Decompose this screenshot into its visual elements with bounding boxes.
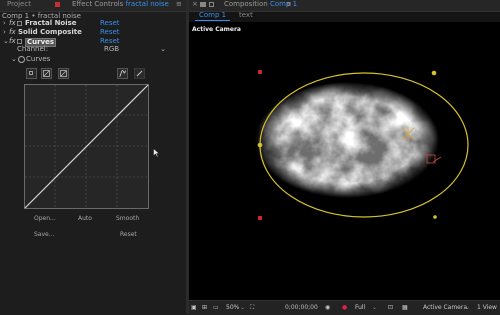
reset-curve-button[interactable]: Reset xyxy=(120,231,137,238)
transparency-grid-icon[interactable]: ▦ xyxy=(402,302,408,314)
tab-project[interactable]: Project xyxy=(7,0,31,9)
panel-menu-icon[interactable]: ≡ xyxy=(176,0,182,9)
channel-select[interactable]: RGB ⌄ xyxy=(102,45,168,54)
curves-graph[interactable] xyxy=(24,84,149,209)
panel-menu-icon[interactable]: ≡ xyxy=(286,0,292,9)
snapshot-icon[interactable]: ◉ xyxy=(325,302,330,314)
reset-link[interactable]: Reset xyxy=(100,19,120,28)
layer-handle xyxy=(258,216,262,220)
fx-settings-icon xyxy=(17,39,22,44)
resolution-dropdown[interactable]: Full xyxy=(355,302,365,314)
composition-viewer[interactable]: Active Camera xyxy=(189,22,500,300)
close-icon[interactable]: × xyxy=(192,0,198,9)
lock-icon[interactable] xyxy=(55,2,60,7)
comp-tab[interactable]: Comp 1 xyxy=(195,11,231,21)
channel-label: Channel: xyxy=(17,45,49,53)
effect-controls-panel: Project Effect Controls fractal noise ≡ … xyxy=(0,0,186,314)
fx-icon[interactable]: fx xyxy=(9,37,16,46)
tab-effect-controls-layer: fractal noise xyxy=(125,0,169,8)
tab-effect-controls[interactable]: Effect Controls fractal noise xyxy=(72,0,169,9)
tab-composition-name: Comp 1 xyxy=(269,0,298,8)
mouse-cursor-icon xyxy=(153,148,160,158)
lock-icon[interactable] xyxy=(209,2,214,7)
pencil-tool-button[interactable] xyxy=(134,68,145,79)
layer-tab[interactable]: text xyxy=(239,11,253,20)
region-of-interest-icon[interactable]: ⊡ xyxy=(388,302,393,314)
effect-name: Fractal Noise xyxy=(25,19,77,27)
save-button[interactable]: Save... xyxy=(34,231,54,238)
curve-size-large-button[interactable] xyxy=(58,68,69,79)
composition-icon xyxy=(200,2,206,7)
show-channel-icon[interactable]: ● xyxy=(342,302,347,314)
timecode-display[interactable]: 0;00;00;00 xyxy=(285,302,318,314)
auto-button[interactable]: Auto xyxy=(78,215,92,222)
layer-handle xyxy=(258,70,262,74)
open-button[interactable]: Open... xyxy=(34,215,56,222)
curve-size-medium-button[interactable] xyxy=(41,68,52,79)
mask-vertex xyxy=(433,215,437,219)
chevron-down-icon: ⌄ xyxy=(160,45,166,53)
tab-effect-controls-label: Effect Controls xyxy=(72,0,124,8)
expand-arrow-icon[interactable]: › xyxy=(3,28,6,37)
stopwatch-icon[interactable] xyxy=(18,56,25,63)
channel-value: RGB xyxy=(104,45,120,53)
effect-row-solid-composite[interactable]: › fx Solid Composite Reset xyxy=(0,28,188,37)
fractal-noise-render xyxy=(189,22,500,300)
mask-vertex xyxy=(257,142,263,148)
composition-panel: × Composition Comp 1 ≡ Comp 1 text Activ… xyxy=(189,0,500,315)
bezier-curve-tool-button[interactable] xyxy=(117,68,128,79)
fx-icon[interactable]: fx xyxy=(9,28,16,37)
fit-icon[interactable]: ⛶ xyxy=(250,302,254,314)
collapse-arrow-icon[interactable]: ⌄ xyxy=(11,55,17,64)
effect-name: Solid Composite xyxy=(18,28,82,36)
always-preview-icon[interactable]: ▣ xyxy=(191,302,197,314)
expand-arrow-icon[interactable]: › xyxy=(3,19,6,28)
chevron-down-icon[interactable]: ⌄ xyxy=(465,302,470,314)
zoom-dropdown[interactable]: 50% xyxy=(226,302,239,314)
viewer-label: Active Camera xyxy=(192,26,241,33)
curves-property-label: Curves xyxy=(26,55,51,63)
tab-composition-label: Composition xyxy=(224,0,268,8)
view-dropdown[interactable]: Active Camera xyxy=(423,302,467,314)
collapse-arrow-icon[interactable]: ⌄ xyxy=(3,37,9,46)
fx-settings-icon xyxy=(17,21,22,26)
safe-zones-icon[interactable]: ▭ xyxy=(213,302,219,314)
grid-icon[interactable]: ⊞ xyxy=(202,302,207,314)
view-layout-dropdown[interactable]: 1 View xyxy=(477,302,497,314)
smooth-button[interactable]: Smooth xyxy=(116,215,139,222)
chevron-down-icon[interactable]: ⌄ xyxy=(240,302,245,314)
curve-size-small-button[interactable] xyxy=(26,68,37,79)
fx-icon[interactable]: fx xyxy=(9,19,16,28)
effect-row-fractal-noise[interactable]: › fx Fractal Noise Reset xyxy=(0,19,188,28)
reset-link[interactable]: Reset xyxy=(100,28,120,37)
mask-vertex xyxy=(431,70,437,76)
chevron-down-icon[interactable]: ⌄ xyxy=(372,302,377,314)
